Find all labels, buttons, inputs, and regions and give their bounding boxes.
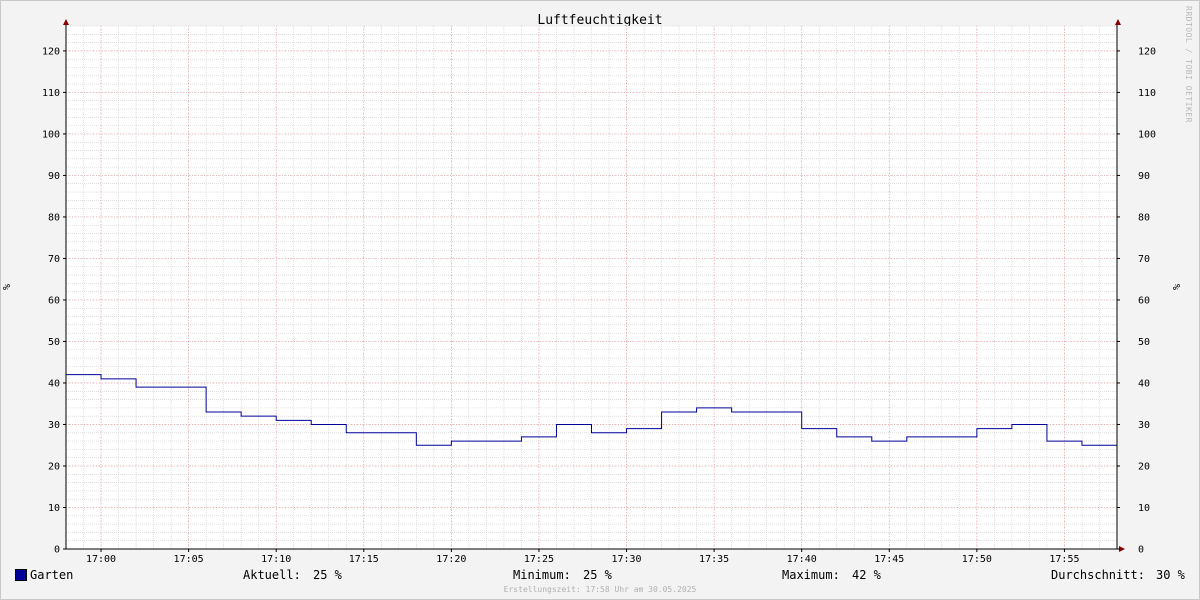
x-tick-label: 17:00	[86, 554, 116, 565]
y-axis-arrow-right	[1115, 19, 1121, 25]
legend-current-label: Aktuell:	[243, 568, 301, 582]
y-tick-label-left: 50	[48, 337, 60, 348]
y-tick-label-right: 50	[1138, 337, 1150, 348]
creation-time-footer: Erstellungszeit: 17:58 Uhr am 30.05.2025	[503, 585, 697, 594]
y-tick-label-left: 40	[48, 378, 60, 389]
y-tick-label-left: 90	[48, 171, 60, 182]
x-tick-label: 17:45	[874, 554, 904, 565]
legend-avg-value: 30 %	[1156, 568, 1185, 582]
y-tick-label-right: 80	[1138, 212, 1150, 223]
y-tick-label-right: 110	[1138, 88, 1156, 99]
y-axis-label-left: %	[2, 284, 13, 290]
x-tick-label: 17:35	[699, 554, 729, 565]
y-tick-label-left: 80	[48, 212, 60, 223]
y-tick-label-left: 10	[48, 503, 60, 514]
y-tick-label-left: 100	[42, 129, 60, 140]
x-tick-label: 17:25	[524, 554, 554, 565]
legend: Garten Aktuell: 25 % Minimum: 25 % Maxim…	[0, 568, 1200, 584]
x-tick-label: 17:55	[1049, 554, 1079, 565]
x-tick-label: 17:40	[787, 554, 817, 565]
legend-current-value: 25 %	[313, 568, 342, 582]
x-tick-label: 17:10	[261, 554, 291, 565]
y-tick-label-right: 120	[1138, 46, 1156, 57]
y-tick-label-left: 110	[42, 88, 60, 99]
y-tick-label-left: 120	[42, 46, 60, 57]
y-tick-label-right: 100	[1138, 129, 1156, 140]
y-tick-label-right: 10	[1138, 503, 1150, 514]
legend-series-name: Garten	[30, 568, 74, 582]
y-tick-label-left: 30	[48, 420, 60, 431]
legend-swatch-garten	[15, 569, 27, 581]
y-tick-label-right: 90	[1138, 171, 1150, 182]
chart: Luftfeuchtigkeit % % 0 010 1020 2030 3040 405…	[2, 13, 1183, 565]
y-tick-label-left: 20	[48, 461, 60, 472]
x-tick-label: 17:20	[436, 554, 466, 565]
legend-min-value: 25 %	[583, 568, 612, 582]
legend-max-value: 42 %	[852, 568, 881, 582]
legend-max-label: Maximum:	[782, 568, 840, 582]
y-tick-label-left: 70	[48, 254, 60, 265]
y-tick-label-left: 60	[48, 295, 60, 306]
y-tick-label-right: 60	[1138, 295, 1150, 306]
watermark: RRDTOOL / TOBI OETIKER	[1184, 6, 1193, 123]
y-tick-label-left: 0	[54, 545, 60, 556]
y-tick-label-right: 0	[1138, 545, 1144, 556]
legend-min-label: Minimum:	[513, 568, 571, 582]
y-tick-label-right: 20	[1138, 461, 1150, 472]
y-axis-arrow-left	[63, 19, 69, 25]
legend-avg-label: Durchschnitt:	[1051, 568, 1145, 582]
y-axis-label-right: %	[1172, 284, 1183, 290]
x-tick-label: 17:05	[174, 554, 204, 565]
y-tick-label-right: 30	[1138, 420, 1150, 431]
y-tick-label-right: 40	[1138, 378, 1150, 389]
x-tick-label: 17:50	[962, 554, 992, 565]
x-tick-label: 17:15	[349, 554, 379, 565]
y-tick-label-right: 70	[1138, 254, 1150, 265]
x-tick-label: 17:30	[611, 554, 641, 565]
